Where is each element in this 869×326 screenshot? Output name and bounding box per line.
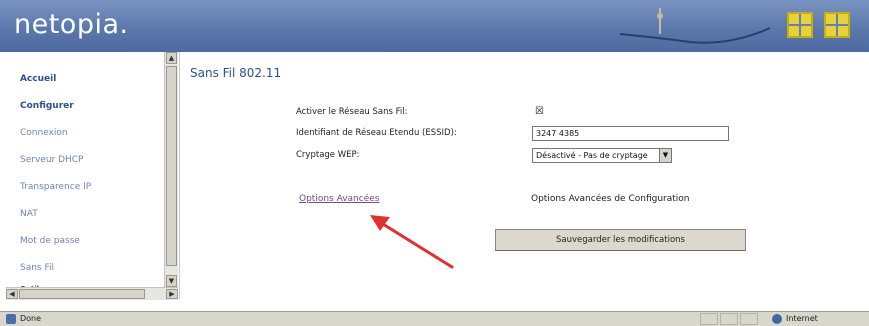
header-tile-icon [824,12,850,38]
header-decoration-icon [620,8,771,44]
enable-wireless-checkbox[interactable]: ☒ [535,107,545,117]
wep-select-value: Désactivé - Pas de cryptage [536,151,648,160]
page-icon [6,314,16,324]
status-bar: Done Internet [0,311,869,326]
essid-input[interactable]: 3247 4385 [532,126,729,141]
essid-label: Identifiant de Réseau Etendu (ESSID): [296,128,457,138]
chevron-down-icon[interactable]: ▼ [659,149,671,162]
wep-label: Cryptage WEP: [296,150,360,160]
globe-icon [772,314,782,324]
scroll-left-icon[interactable]: ◀ [6,289,18,299]
zone-text: Internet [786,314,818,323]
scrollbar-thumb[interactable] [166,66,177,266]
sidebar-item-nat[interactable]: NAT [20,209,38,219]
annotation-arrow-icon [370,215,454,269]
header-banner: netopia. [0,0,869,52]
advanced-options-link[interactable]: Options Avancées [299,194,379,204]
wep-select[interactable]: Désactivé - Pas de cryptage ▼ [532,148,672,163]
scroll-down-icon[interactable]: ▼ [166,275,177,287]
sidebar-horizontal-scrollbar[interactable]: ◀ ▶ [6,287,178,300]
scroll-up-icon[interactable]: ▲ [166,52,177,64]
status-pane [720,313,738,325]
header-tile-icon [787,12,813,38]
netopia-logo: netopia. [14,9,129,40]
sidebar-item-transparence-ip[interactable]: Transparence IP [20,182,91,192]
status-pane [700,313,718,325]
sidebar-vertical-scrollbar[interactable]: ▲ ▼ [164,52,178,287]
sidebar-item-serveur-dhcp[interactable]: Serveur DHCP [20,155,84,165]
sidebar-item-mot-de-passe[interactable]: Mot de passe [20,236,80,246]
status-text: Done [20,314,42,323]
page-title: Sans Fil 802.11 [190,66,282,80]
scrollbar-thumb[interactable] [19,289,145,299]
status-pane [740,313,758,325]
scroll-right-icon[interactable]: ▶ [166,289,178,299]
advanced-options-description: Options Avancées de Configuration [531,194,690,204]
enable-wireless-label: Activer le Réseau Sans Fil: [296,107,408,117]
sidebar-item-accueil[interactable]: Accueil [20,74,56,84]
save-changes-button[interactable]: Sauvegarder les modifications [495,229,746,251]
sidebar-item-sans-fil[interactable]: Sans Fil [20,263,54,273]
sidebar-item-connexion[interactable]: Connexion [20,128,68,138]
sidebar [6,52,180,299]
sidebar-item-configurer[interactable]: Configurer [20,101,74,111]
